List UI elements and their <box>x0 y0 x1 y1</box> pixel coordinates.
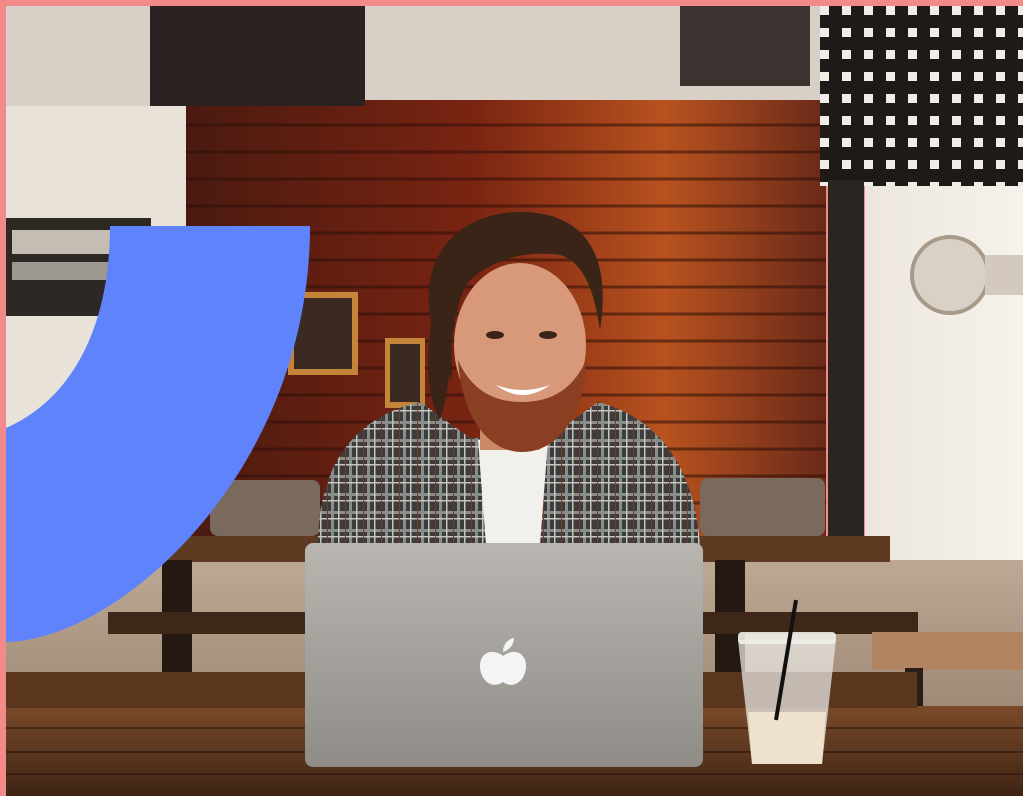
right-bench <box>872 632 1023 670</box>
t-shirt <box>478 440 548 545</box>
couch-cushions <box>700 478 825 536</box>
laptop <box>305 543 703 767</box>
dark-beam <box>150 6 365 106</box>
framed-photo <box>0 0 1023 796</box>
apple-logo-icon <box>480 651 526 685</box>
wall-sign <box>910 235 990 315</box>
vent <box>680 6 810 86</box>
lattice-canopy <box>820 6 1023 186</box>
cafe-photo <box>6 6 1023 796</box>
